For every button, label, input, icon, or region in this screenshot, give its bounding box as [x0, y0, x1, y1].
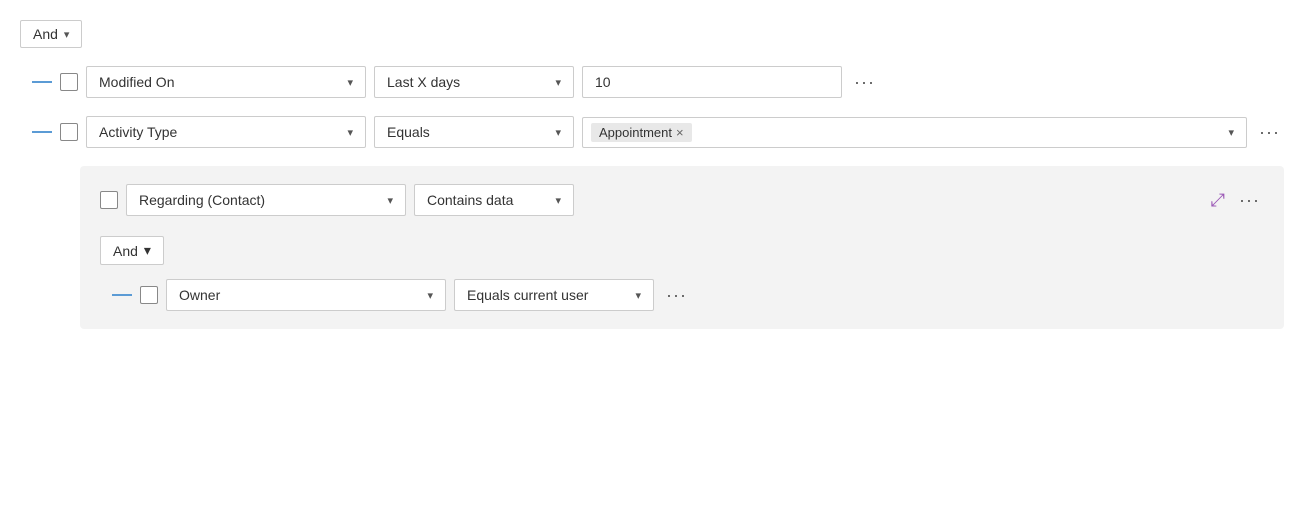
- row2-operator-dropdown[interactable]: Equals ▾: [374, 116, 574, 148]
- owner-operator-dropdown[interactable]: Equals current user ▾: [454, 279, 654, 311]
- nested-main-row: Regarding (Contact) ▾ Contains data ▾ ⤢ …: [100, 184, 1264, 216]
- nested-block: Regarding (Contact) ▾ Contains data ▾ ⤢ …: [80, 166, 1284, 329]
- row1-field-chevron-icon: ▾: [347, 76, 353, 89]
- row2-operator-label: Equals: [387, 124, 430, 140]
- row2-tag-value: Appointment: [599, 125, 672, 140]
- row2-operator-chevron-icon: ▾: [555, 126, 561, 139]
- nested-field-chevron-icon: ▾: [387, 194, 393, 207]
- row1-value-input[interactable]: [582, 66, 842, 98]
- nested-operator-dropdown[interactable]: Contains data ▾: [414, 184, 574, 216]
- owner-connector: [100, 294, 132, 296]
- row1-connector-line: [32, 81, 52, 83]
- nested-field-label: Regarding (Contact): [139, 192, 265, 208]
- owner-field-label: Owner: [179, 287, 220, 303]
- row1-connector: [20, 81, 52, 83]
- collapse-icon: ⤢: [1211, 190, 1225, 211]
- top-and-label: And: [33, 26, 58, 42]
- row2-tag-chevron-icon: ▾: [1224, 122, 1238, 143]
- nested-operator-chevron-icon: ▾: [555, 194, 561, 207]
- owner-field-dropdown[interactable]: Owner ▾: [166, 279, 446, 311]
- row1-checkbox[interactable]: [60, 73, 78, 91]
- owner-field-chevron-icon: ▾: [427, 289, 433, 302]
- row2-connector-line: [32, 131, 52, 133]
- row2-field-chevron-icon: ▾: [347, 126, 353, 139]
- owner-checkbox[interactable]: [140, 286, 158, 304]
- owner-connector-line: [112, 294, 132, 296]
- filter-row-1: Modified On ▾ Last X days ▾ ···: [20, 66, 1284, 98]
- sub-and-chevron-icon: ▾: [144, 242, 151, 259]
- nested-field-dropdown[interactable]: Regarding (Contact) ▾: [126, 184, 406, 216]
- row2-tag-input[interactable]: Appointment × ▾: [582, 117, 1247, 148]
- row2-field-dropdown[interactable]: Activity Type ▾: [86, 116, 366, 148]
- row1-operator-label: Last X days: [387, 74, 460, 90]
- owner-operator-chevron-icon: ▾: [635, 289, 641, 302]
- top-and-chevron-icon: ▾: [64, 28, 70, 41]
- nested-operator-label: Contains data: [427, 192, 513, 208]
- row2-more-button[interactable]: ···: [1255, 120, 1284, 145]
- owner-operator-label: Equals current user: [467, 287, 588, 303]
- row2-tag-close-icon[interactable]: ×: [676, 126, 684, 139]
- filter-row-2: Activity Type ▾ Equals ▾ Appointment × ▾…: [20, 116, 1284, 148]
- row1-more-button[interactable]: ···: [850, 70, 879, 95]
- sub-and-button[interactable]: And ▾: [100, 236, 164, 265]
- owner-more-button[interactable]: ···: [662, 283, 691, 308]
- row1-field-label: Modified On: [99, 74, 174, 90]
- owner-row: Owner ▾ Equals current user ▾ ···: [100, 279, 1264, 311]
- nested-more-button[interactable]: ···: [1235, 188, 1264, 213]
- nested-collapse-button[interactable]: ⤢: [1209, 188, 1227, 213]
- row2-checkbox[interactable]: [60, 123, 78, 141]
- nested-checkbox[interactable]: [100, 191, 118, 209]
- row2-connector: [20, 131, 52, 133]
- row2-tag: Appointment ×: [591, 123, 692, 142]
- row1-field-dropdown[interactable]: Modified On ▾: [86, 66, 366, 98]
- top-and-button[interactable]: And ▾: [20, 20, 82, 48]
- row2-field-label: Activity Type: [99, 124, 177, 140]
- row1-operator-chevron-icon: ▾: [555, 76, 561, 89]
- sub-and-label: And: [113, 243, 138, 259]
- row1-operator-dropdown[interactable]: Last X days ▾: [374, 66, 574, 98]
